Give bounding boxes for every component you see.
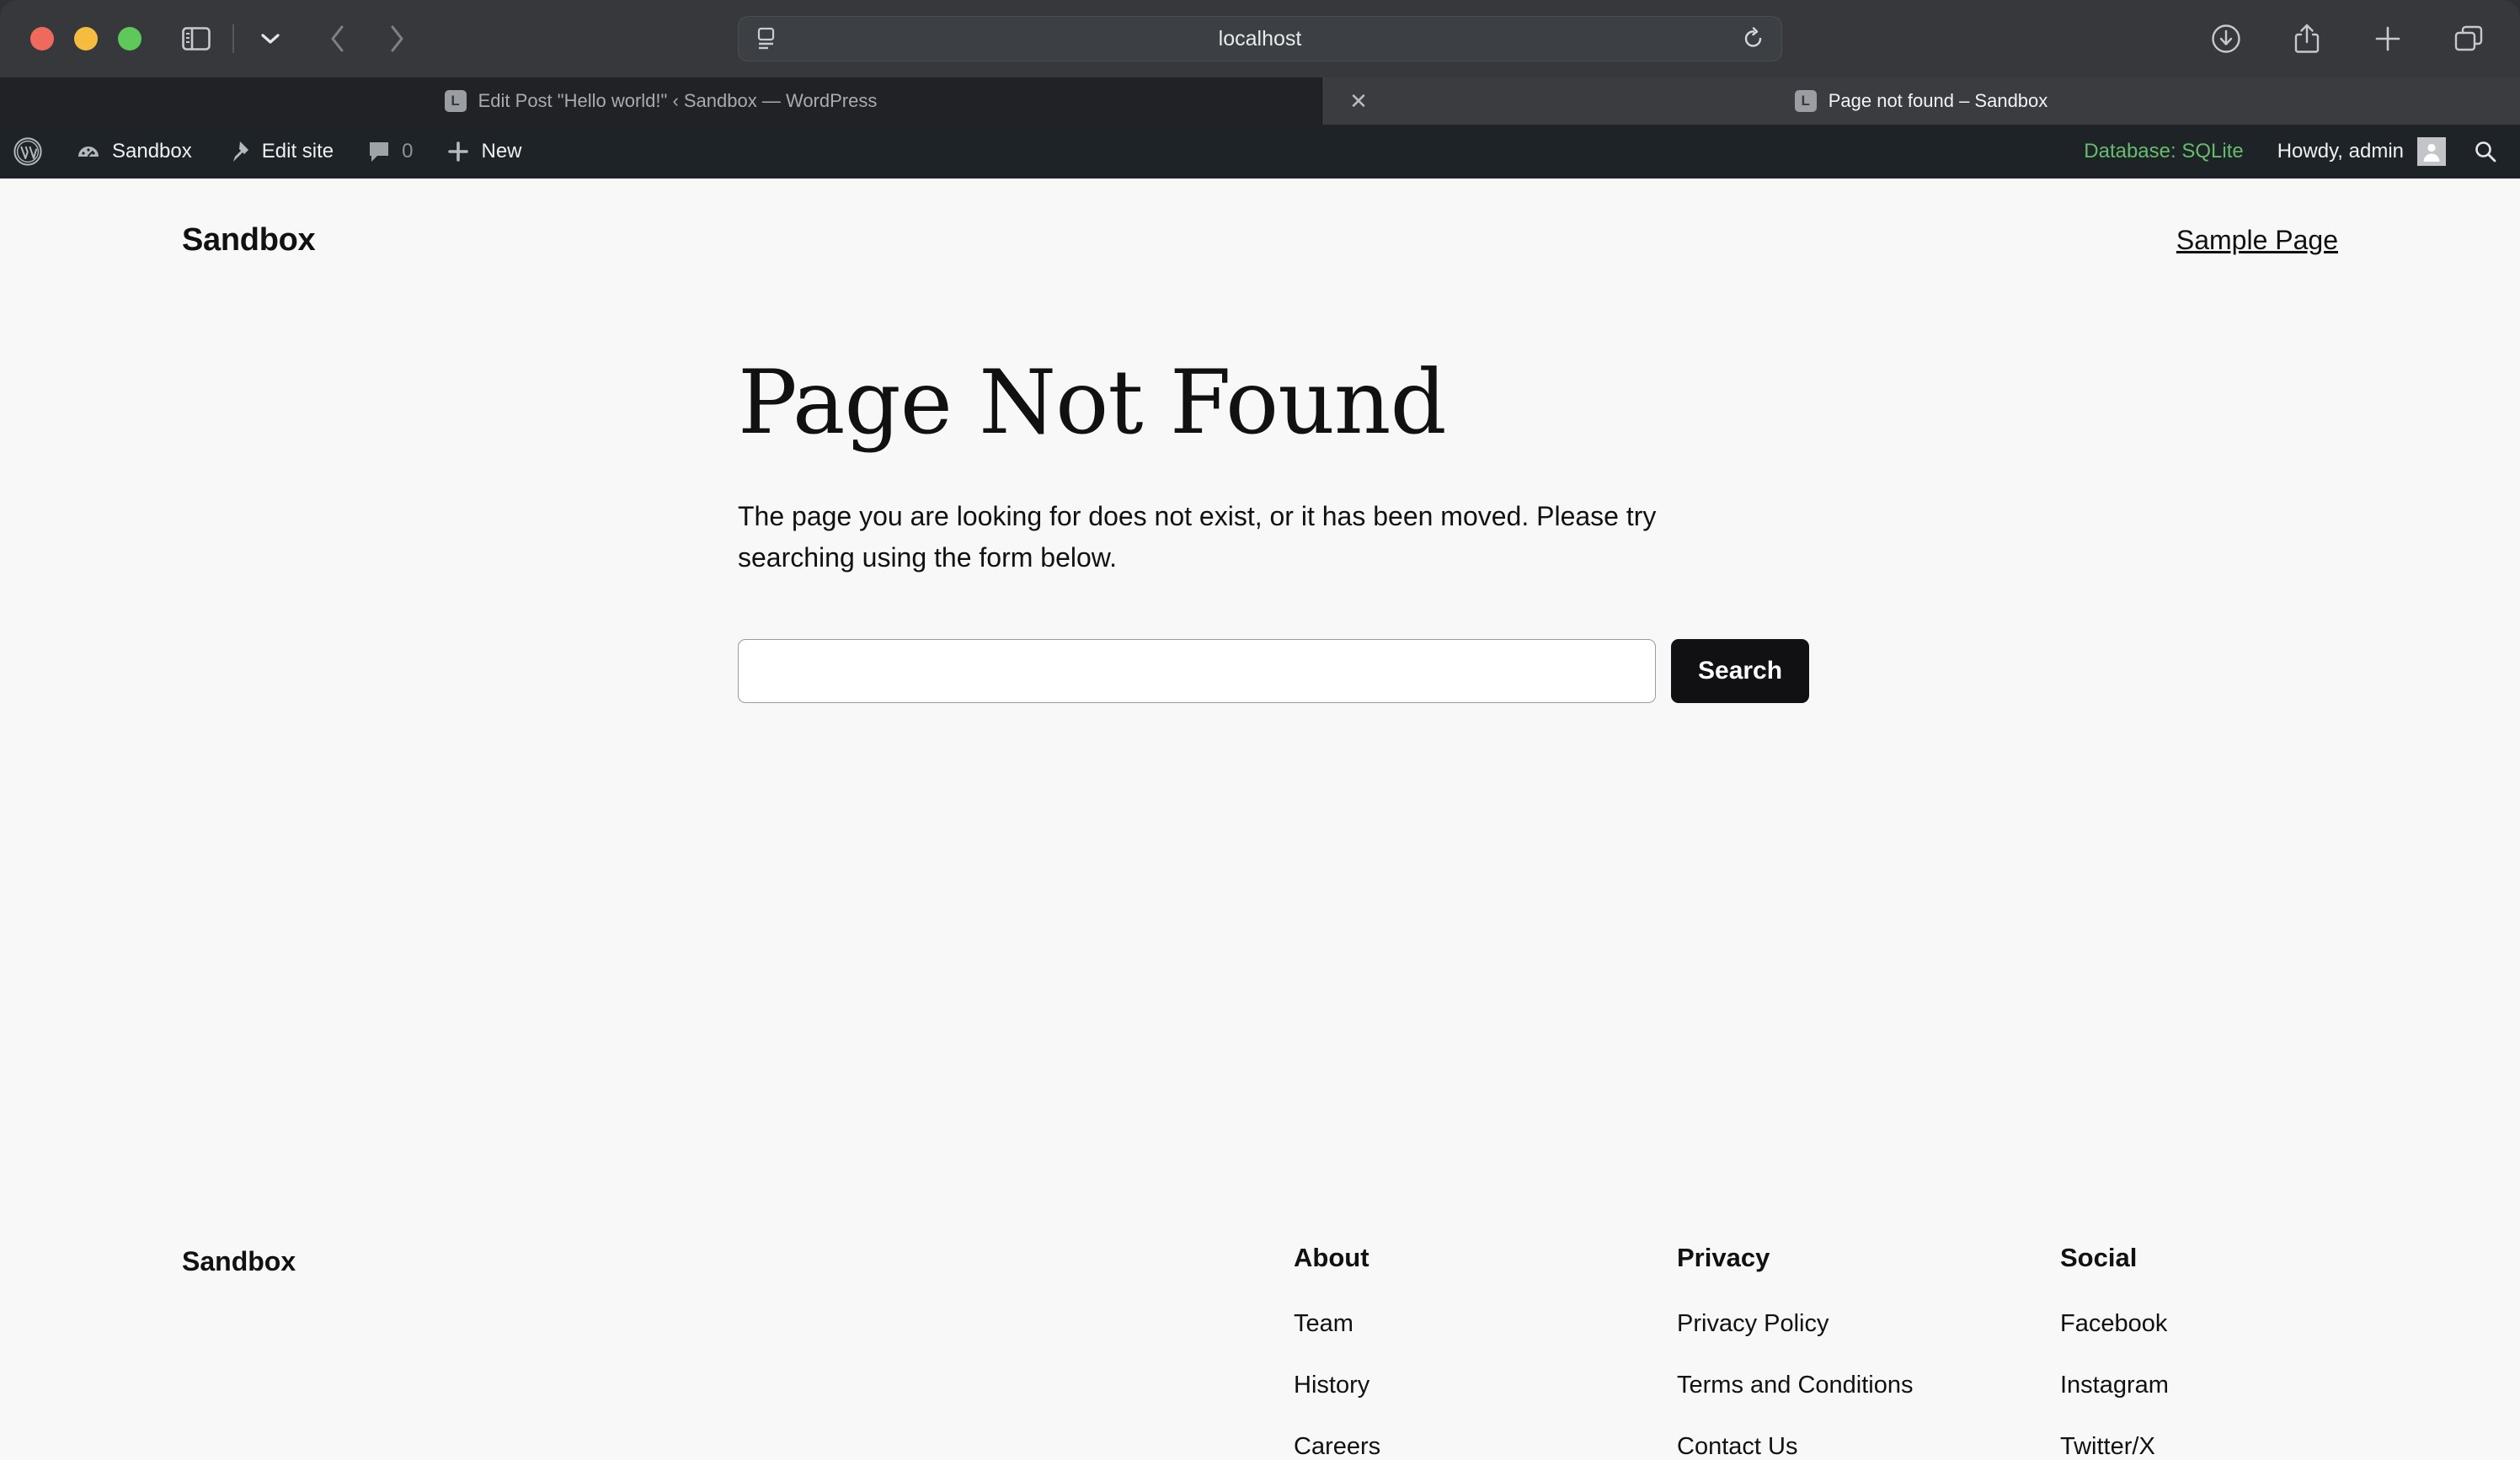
address-bar-container: localhost bbox=[738, 16, 1782, 61]
address-bar[interactable]: localhost bbox=[738, 16, 1782, 61]
tab-overview-icon[interactable] bbox=[2446, 16, 2491, 61]
footer-link-team[interactable]: Team bbox=[1294, 1310, 1677, 1338]
footer-link-facebook[interactable]: Facebook bbox=[2060, 1310, 2338, 1338]
user-avatar-icon bbox=[2417, 137, 2446, 166]
minimize-window-button[interactable] bbox=[74, 27, 98, 51]
search-form: Search bbox=[738, 638, 2338, 703]
howdy-label: Howdy, admin bbox=[2277, 140, 2404, 163]
footer-link-twitter-x[interactable]: Twitter/X bbox=[2060, 1433, 2338, 1460]
navigation-controls bbox=[315, 16, 419, 61]
admin-bar-comments[interactable]: 0 bbox=[350, 125, 430, 179]
footer-link-instagram[interactable]: Instagram bbox=[2060, 1372, 2338, 1399]
footer-link-contact-us[interactable]: Contact Us bbox=[1677, 1433, 2060, 1460]
close-window-button[interactable] bbox=[30, 27, 54, 51]
browser-window: localhost L Edit Post "Hello world!" ‹ S… bbox=[0, 0, 2520, 1460]
toolbar-actions bbox=[2203, 16, 2491, 61]
admin-bar-edit-site[interactable]: Edit site bbox=[209, 125, 350, 179]
forward-chevron-icon[interactable] bbox=[374, 16, 419, 61]
browser-tab-1[interactable]: L Edit Post "Hello world!" ‹ Sandbox — W… bbox=[0, 77, 1322, 125]
new-tab-plus-icon[interactable] bbox=[2365, 16, 2411, 61]
site-title[interactable]: Sandbox bbox=[182, 222, 316, 258]
footer-heading: Privacy bbox=[1677, 1243, 1770, 1272]
footer-link-terms-and-conditions[interactable]: Terms and Conditions bbox=[1677, 1372, 2060, 1399]
admin-bar-item-label: Edit site bbox=[261, 140, 334, 163]
wp-admin-bar: Sandbox Edit site 0 New Database: SQLite… bbox=[0, 125, 2520, 179]
not-found-block: Page Not Found The page you are looking … bbox=[738, 356, 2338, 703]
footer-brand[interactable]: Sandbox bbox=[182, 1212, 1294, 1277]
footer-heading: About bbox=[1294, 1243, 1369, 1272]
back-chevron-icon[interactable] bbox=[315, 16, 360, 61]
wordpress-logo-icon bbox=[13, 137, 42, 166]
admin-bar-item-label: New bbox=[481, 140, 522, 163]
sidebar-controls bbox=[174, 16, 293, 61]
browser-tab-2[interactable]: L Page not found – Sandbox bbox=[1322, 77, 2520, 125]
page-settings-icon[interactable] bbox=[755, 27, 777, 51]
edit-site-pin-icon bbox=[226, 139, 251, 164]
footer-column-about: About Team History Careers bbox=[1294, 1212, 1677, 1460]
downloads-icon[interactable] bbox=[2203, 16, 2249, 61]
search-icon[interactable] bbox=[2461, 139, 2520, 164]
search-button[interactable]: Search bbox=[1671, 638, 1810, 703]
chevron-down-icon[interactable] bbox=[248, 16, 293, 61]
site-footer: Sandbox About Team History Careers Priva… bbox=[0, 1212, 2520, 1460]
share-icon[interactable] bbox=[2284, 16, 2330, 61]
footer-column-privacy: Privacy Privacy Policy Terms and Conditi… bbox=[1677, 1212, 2060, 1460]
tab-bar: L Edit Post "Hello world!" ‹ Sandbox — W… bbox=[0, 77, 2520, 125]
admin-bar-site-name[interactable]: Sandbox bbox=[59, 125, 209, 179]
site-header: Sandbox Sample Page bbox=[0, 179, 2520, 258]
tab-close-icon[interactable]: ✕ bbox=[1322, 77, 1395, 125]
admin-bar-new[interactable]: New bbox=[430, 125, 538, 179]
maximize-window-button[interactable] bbox=[118, 27, 141, 51]
nav-link-sample-page[interactable]: Sample Page bbox=[2176, 225, 2338, 256]
dashboard-icon bbox=[76, 139, 101, 164]
tab-favicon-icon: L bbox=[1794, 90, 1817, 112]
plus-icon bbox=[446, 140, 470, 163]
page-description: The page you are looking for does not ex… bbox=[738, 501, 1657, 573]
site-navigation: Sample Page bbox=[2176, 225, 2338, 256]
reload-icon[interactable] bbox=[1743, 27, 1765, 51]
admin-bar-wp-logo[interactable] bbox=[0, 125, 59, 179]
comment-count: 0 bbox=[402, 140, 414, 163]
admin-bar-my-account[interactable]: Howdy, admin bbox=[2262, 137, 2461, 166]
address-bar-text[interactable]: localhost bbox=[739, 27, 1781, 51]
footer-column-social: Social Facebook Instagram Twitter/X bbox=[2060, 1212, 2338, 1460]
browser-toolbar: localhost bbox=[0, 0, 2520, 77]
footer-link-careers[interactable]: Careers bbox=[1294, 1433, 1677, 1460]
footer-heading: Social bbox=[2060, 1243, 2138, 1272]
comment-bubble-icon bbox=[367, 140, 391, 163]
tab-title: Edit Post "Hello world!" ‹ Sandbox — Wor… bbox=[478, 90, 878, 111]
footer-link-privacy-policy[interactable]: Privacy Policy bbox=[1677, 1310, 2060, 1338]
tab-title: Page not found – Sandbox bbox=[1828, 90, 2048, 111]
footer-link-history[interactable]: History bbox=[1294, 1372, 1677, 1399]
page-title: Page Not Found bbox=[738, 351, 1447, 454]
window-controls bbox=[30, 27, 141, 51]
admin-bar-left-items: Sandbox Edit site 0 New bbox=[0, 125, 539, 179]
search-input[interactable] bbox=[738, 638, 1656, 703]
admin-bar-item-label: Sandbox bbox=[112, 140, 192, 163]
toolbar-divider bbox=[232, 24, 234, 53]
database-status-label[interactable]: Database: SQLite bbox=[2065, 140, 2261, 163]
sidebar-toggle-icon[interactable] bbox=[174, 16, 219, 61]
admin-bar-right-items: Database: SQLite Howdy, admin bbox=[2065, 125, 2520, 179]
page-viewport: Sandbox Sample Page Page Not Found The p… bbox=[0, 179, 2520, 1460]
tab-favicon-icon: L bbox=[444, 90, 467, 112]
main-content: Page Not Found The page you are looking … bbox=[0, 356, 2520, 703]
